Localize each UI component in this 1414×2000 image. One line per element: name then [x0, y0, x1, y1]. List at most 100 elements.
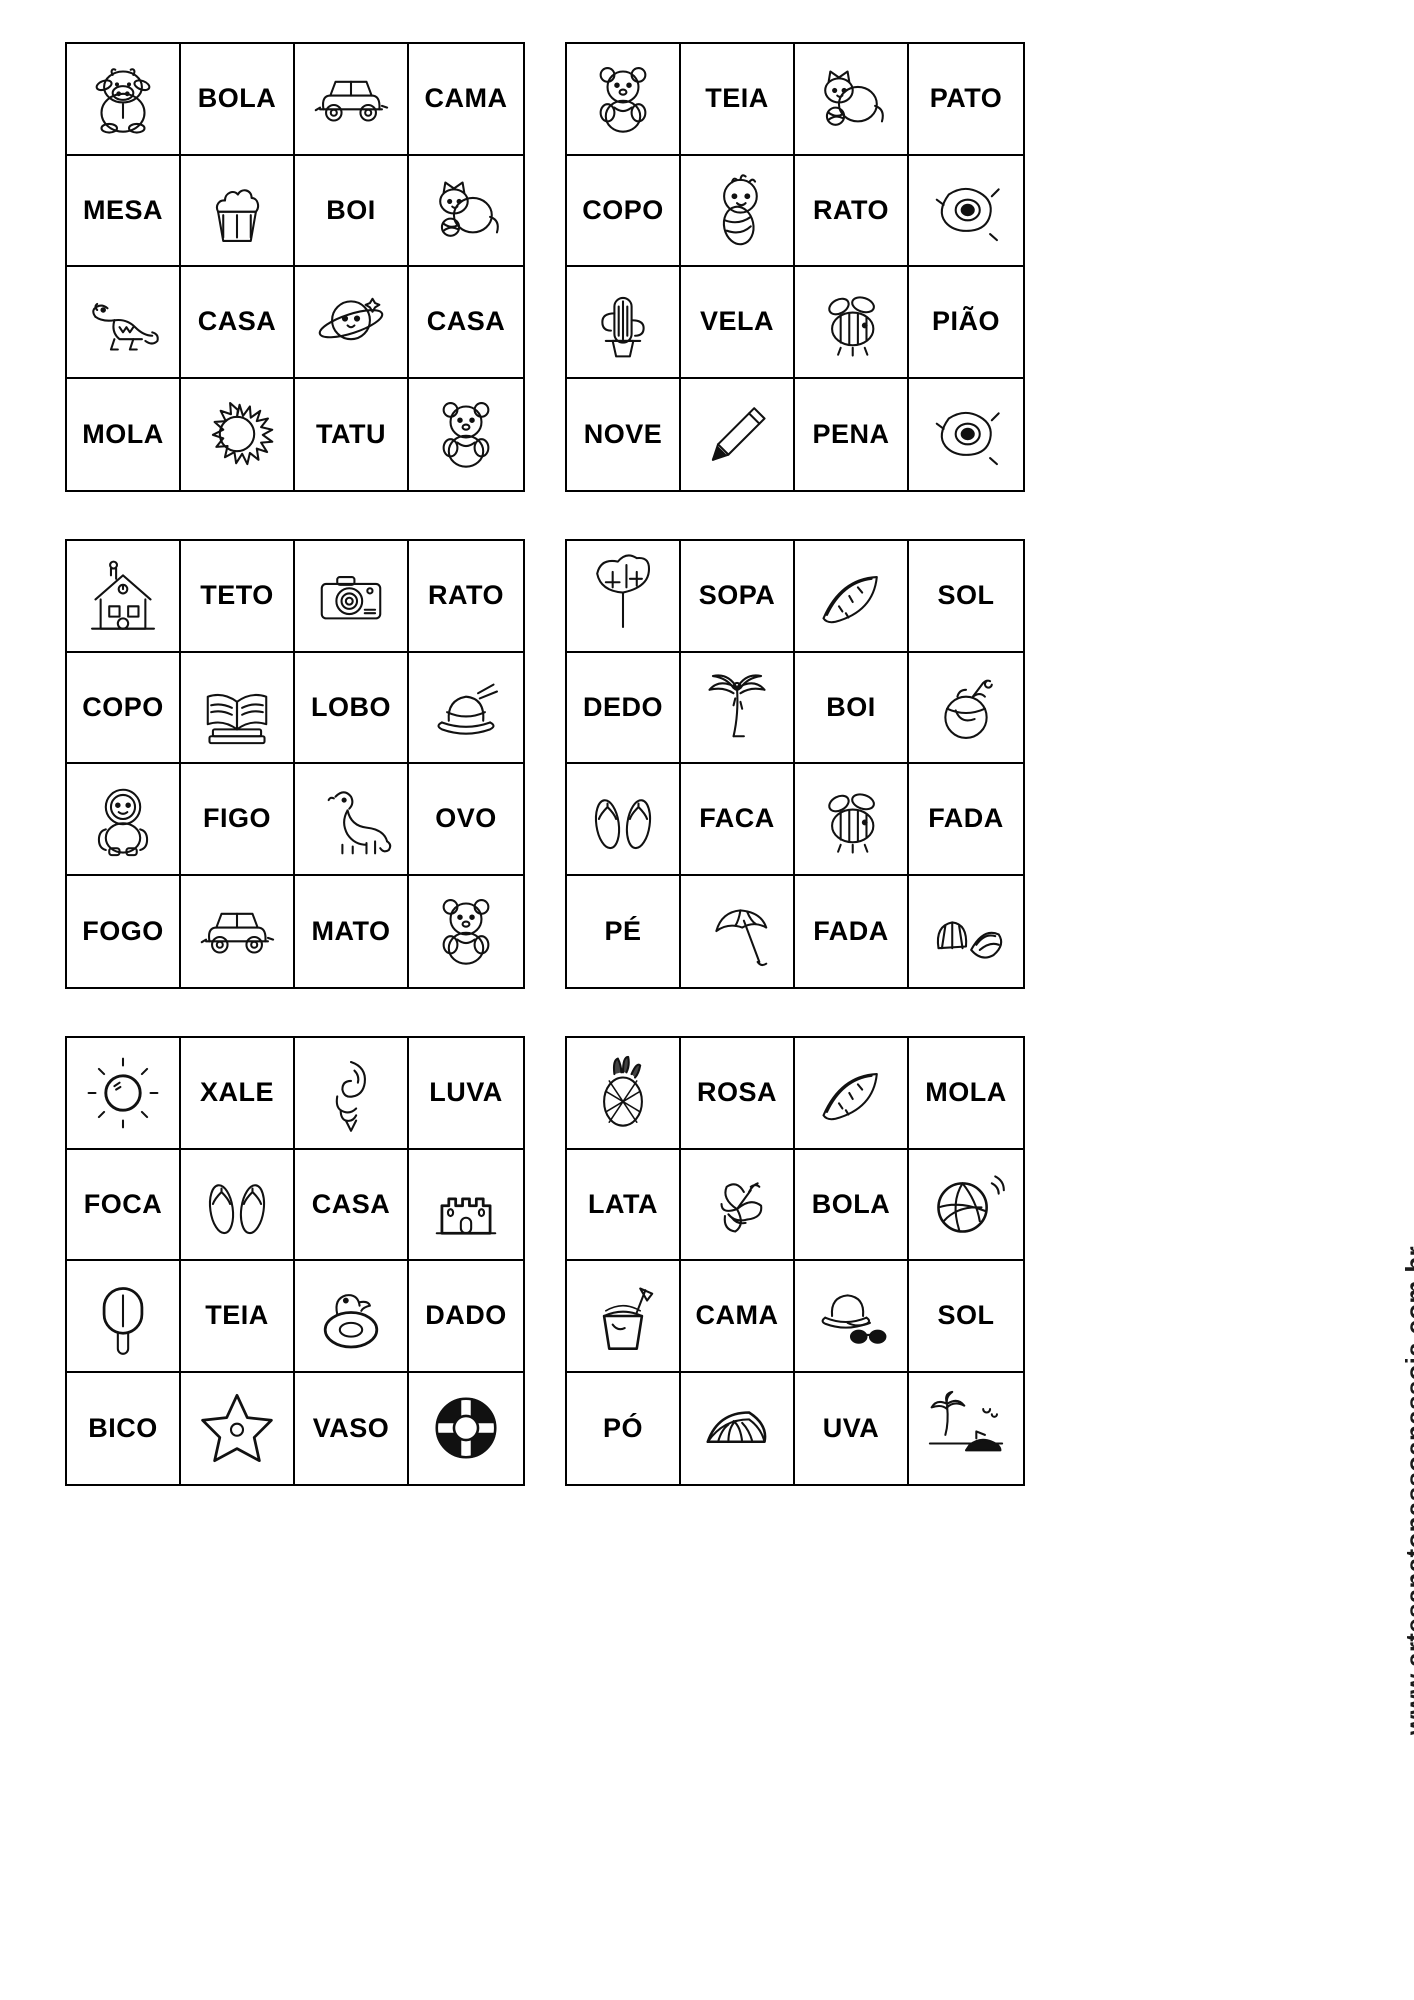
picture-cell[interactable] [567, 267, 681, 379]
word-cell[interactable]: CASA [295, 1149, 409, 1261]
picture-cell[interactable] [67, 1038, 181, 1150]
word-cell[interactable]: BOLA [181, 44, 295, 156]
picture-cell[interactable] [909, 378, 1023, 490]
picture-cell[interactable] [181, 155, 295, 267]
picture-cell[interactable] [67, 541, 181, 653]
picture-cell[interactable] [795, 541, 909, 653]
picture-cell[interactable] [795, 1038, 909, 1150]
word-cell[interactable]: CAMA [409, 44, 523, 156]
picture-cell[interactable] [909, 1149, 1023, 1261]
word-cell[interactable]: LATA [567, 1149, 681, 1261]
picture-cell[interactable] [567, 44, 681, 156]
word-cell[interactable]: PATO [909, 44, 1023, 156]
picture-cell[interactable] [681, 1372, 795, 1484]
word-cell[interactable]: BOI [795, 652, 909, 764]
picture-cell[interactable] [567, 1261, 681, 1373]
picture-cell[interactable] [295, 541, 409, 653]
word-cell[interactable]: TEIA [681, 44, 795, 156]
word-cell[interactable]: FADA [909, 764, 1023, 876]
picture-cell[interactable] [409, 155, 523, 267]
picture-cell[interactable] [795, 764, 909, 876]
word-cell[interactable]: CASA [409, 267, 523, 379]
word-cell[interactable]: MATO [295, 875, 409, 987]
word-cell[interactable]: CASA [181, 267, 295, 379]
picture-cell[interactable] [795, 44, 909, 156]
word-cell[interactable]: DADO [409, 1261, 523, 1373]
picture-cell[interactable] [295, 44, 409, 156]
bingo-cards-grid: BOLA CAMA MESA BOI CASA CASA MOLA TATU TEIA PATO C… [65, 42, 1025, 1497]
word-cell[interactable]: BICO [67, 1372, 181, 1484]
word-cell[interactable]: UVA [795, 1372, 909, 1484]
picture-cell[interactable] [181, 1149, 295, 1261]
picture-cell[interactable] [67, 267, 181, 379]
picture-cell[interactable] [295, 1038, 409, 1150]
word-cell[interactable]: FADA [795, 875, 909, 987]
word-cell[interactable]: SOL [909, 541, 1023, 653]
word-cell[interactable]: BOLA [795, 1149, 909, 1261]
picture-cell[interactable] [67, 764, 181, 876]
word-cell[interactable]: SOPA [681, 541, 795, 653]
picture-cell[interactable] [181, 1372, 295, 1484]
picture-cell[interactable] [409, 652, 523, 764]
word-cell[interactable]: TETO [181, 541, 295, 653]
picture-cell[interactable] [567, 541, 681, 653]
word-cell[interactable]: FIGO [181, 764, 295, 876]
word-cell[interactable]: SOL [909, 1261, 1023, 1373]
picture-cell[interactable] [295, 764, 409, 876]
picture-cell[interactable] [567, 1038, 681, 1150]
picture-cell[interactable] [909, 875, 1023, 987]
picture-cell[interactable] [681, 378, 795, 490]
bingo-card-2: TEIA PATO COPO RATO VELA PIÃO NOVE PENA [565, 42, 1025, 492]
picture-cell[interactable] [795, 1261, 909, 1373]
picture-cell[interactable] [181, 378, 295, 490]
word-cell[interactable]: NOVE [567, 378, 681, 490]
word-cell[interactable]: BOI [295, 155, 409, 267]
picture-cell[interactable] [181, 875, 295, 987]
word-cell[interactable]: FOCA [67, 1149, 181, 1261]
word-cell[interactable]: ROSA [681, 1038, 795, 1150]
word-cell[interactable]: LOBO [295, 652, 409, 764]
word-cell[interactable]: MOLA [67, 378, 181, 490]
word-cell[interactable]: PENA [795, 378, 909, 490]
picture-cell[interactable] [295, 267, 409, 379]
picture-cell[interactable] [909, 1372, 1023, 1484]
picture-cell[interactable] [909, 155, 1023, 267]
picture-cell[interactable] [681, 652, 795, 764]
word-cell[interactable]: RATO [409, 541, 523, 653]
word-label: COPO [582, 194, 664, 225]
word-cell[interactable]: FACA [681, 764, 795, 876]
word-cell[interactable]: TATU [295, 378, 409, 490]
word-cell[interactable]: XALE [181, 1038, 295, 1150]
word-cell[interactable]: COPO [567, 155, 681, 267]
word-cell[interactable]: COPO [67, 652, 181, 764]
picture-cell[interactable] [295, 1261, 409, 1373]
word-cell[interactable]: FOGO [67, 875, 181, 987]
word-cell[interactable]: RATO [795, 155, 909, 267]
picture-cell[interactable] [409, 875, 523, 987]
word-cell[interactable]: PIÃO [909, 267, 1023, 379]
word-cell[interactable]: PÉ [567, 875, 681, 987]
picture-cell[interactable] [181, 652, 295, 764]
word-label: NOVE [583, 418, 663, 449]
word-cell[interactable]: VELA [681, 267, 795, 379]
word-cell[interactable]: TEIA [181, 1261, 295, 1373]
word-cell[interactable]: MOLA [909, 1038, 1023, 1150]
picture-cell[interactable] [681, 1149, 795, 1261]
picture-cell[interactable] [67, 44, 181, 156]
word-cell[interactable]: DEDO [567, 652, 681, 764]
word-cell[interactable]: MESA [67, 155, 181, 267]
picture-cell[interactable] [409, 1149, 523, 1261]
picture-cell[interactable] [67, 1261, 181, 1373]
picture-cell[interactable] [795, 267, 909, 379]
picture-cell[interactable] [409, 1372, 523, 1484]
word-cell[interactable]: OVO [409, 764, 523, 876]
picture-cell[interactable] [409, 378, 523, 490]
picture-cell[interactable] [567, 764, 681, 876]
picture-cell[interactable] [681, 155, 795, 267]
picture-cell[interactable] [681, 875, 795, 987]
word-cell[interactable]: LUVA [409, 1038, 523, 1150]
word-cell[interactable]: PÓ [567, 1372, 681, 1484]
picture-cell[interactable] [909, 652, 1023, 764]
word-cell[interactable]: CAMA [681, 1261, 795, 1373]
word-cell[interactable]: VASO [295, 1372, 409, 1484]
